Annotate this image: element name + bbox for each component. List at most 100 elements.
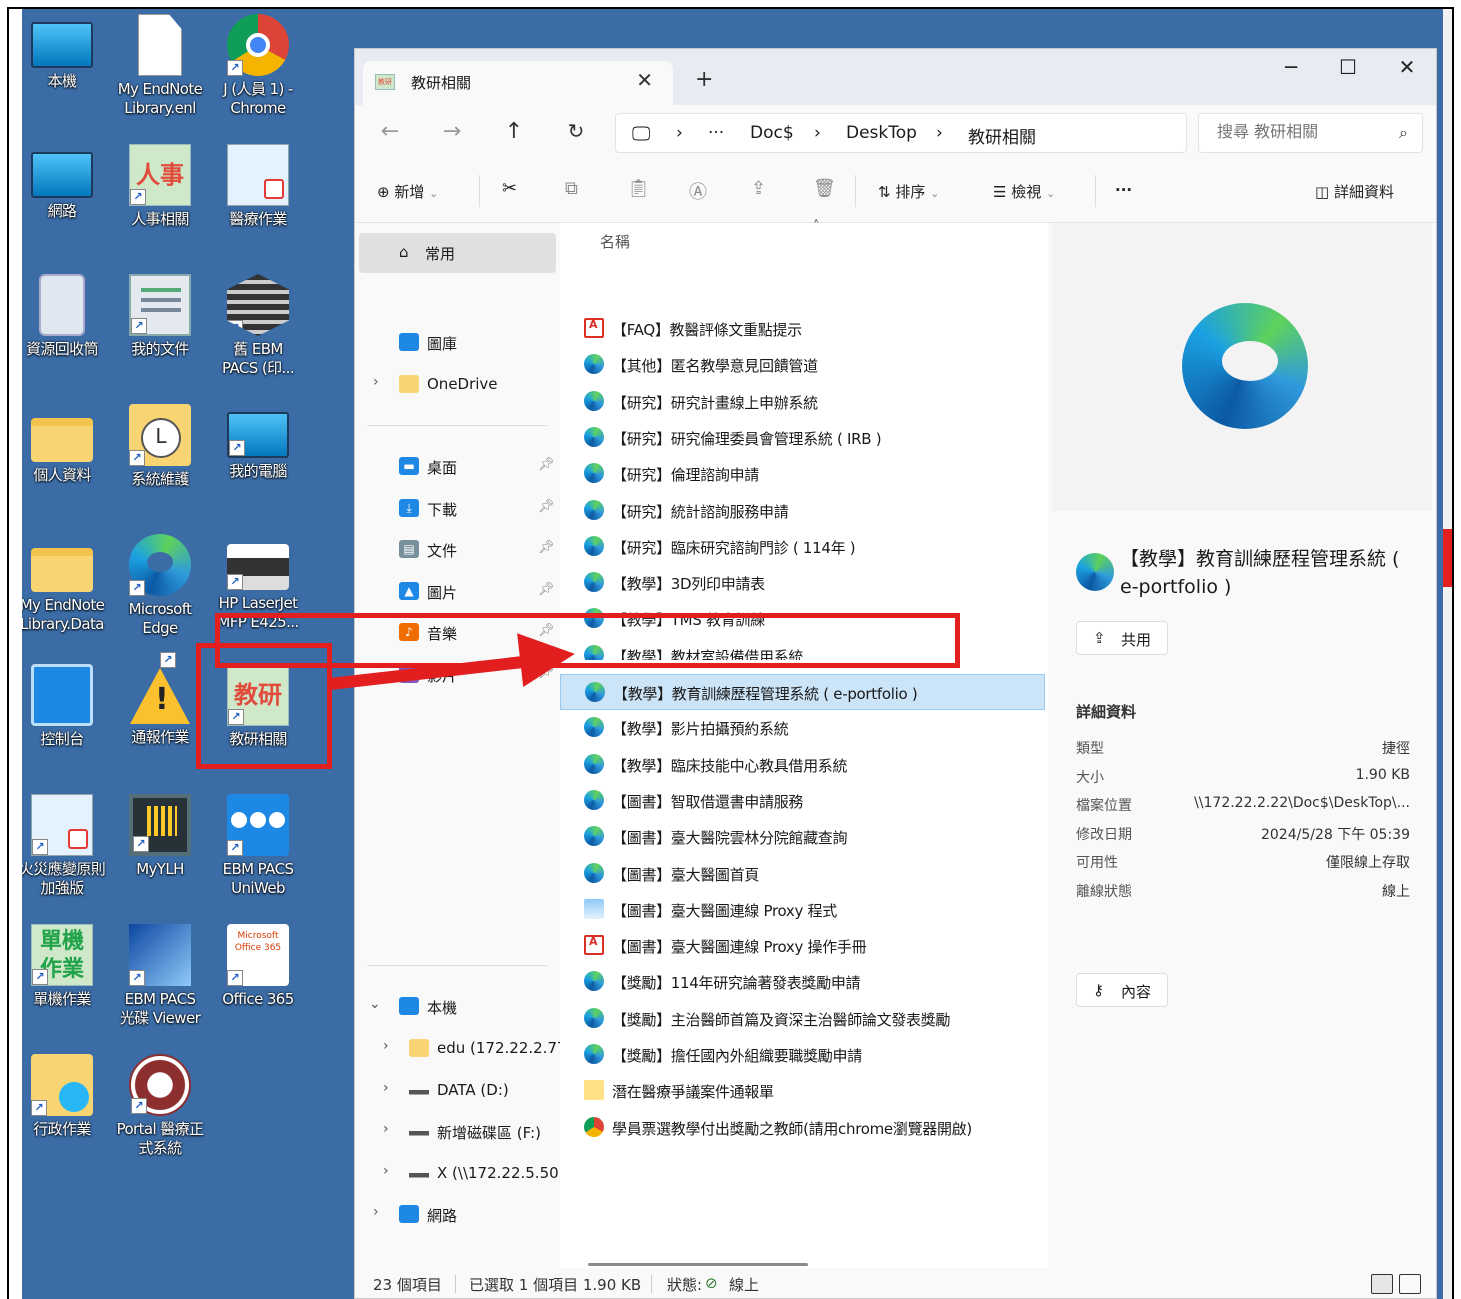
rename-icon[interactable]: Ⓐ <box>689 178 707 204</box>
file-row[interactable]: 潛在醫療爭議案件通報單 <box>560 1073 1045 1109</box>
file-row[interactable]: 【圖書】智取借還書申請服務 <box>560 783 1045 819</box>
minimize-button[interactable]: ─ <box>1271 55 1311 79</box>
file-row[interactable]: 【其他】匿名教學意見回饋管道 <box>560 347 1045 383</box>
view-button[interactable]: ☰ 檢視 ⌄ <box>993 181 1055 202</box>
file-row[interactable]: 【教學】3D列印申請表 <box>560 565 1045 601</box>
copy-icon[interactable]: ⧉ <box>565 178 578 199</box>
new-tab-icon[interactable]: + <box>695 67 713 92</box>
chevron-right-icon[interactable]: › <box>383 1080 389 1096</box>
horizontal-scrollbar[interactable] <box>588 1263 808 1266</box>
file-row[interactable]: 【研究】研究倫理委員會管理系統 ( IRB ) <box>560 420 1045 456</box>
chevron-right-icon[interactable]: › <box>373 1204 379 1220</box>
desktop-icon[interactable]: ↗ EBM PACS 光碟 Viewer <box>111 924 209 1028</box>
desktop-icon[interactable]: My EndNote Library.Data <box>22 534 111 634</box>
tiles-view-icon[interactable] <box>1399 1274 1421 1294</box>
desktop-icon[interactable]: ↗ 舊 EBM PACS (印... <box>209 274 307 378</box>
desktop-icon[interactable]: 個人資料 <box>22 404 111 485</box>
file-row[interactable]: 【教學】臨床技能中心教具借用系統 <box>560 747 1045 783</box>
file-row[interactable]: 【教學】教材室設備借用系統 <box>560 638 1045 660</box>
file-row[interactable]: 【獎勵】114年研究論著發表獎勵申請 <box>560 964 1045 1000</box>
more-options-button[interactable]: ··· <box>1115 181 1132 199</box>
nav-item-gallery[interactable]: 圖庫 <box>355 325 555 361</box>
desktop-icon[interactable]: ↗ Portal 醫療正 式系統 <box>111 1054 209 1158</box>
breadcrumb-item[interactable]: 教研相關 <box>968 123 1036 148</box>
desktop-icon[interactable]: ↗ MyYLH <box>111 794 209 879</box>
file-row[interactable]: 【FAQ】教醫評條文重點提示 <box>560 311 1045 347</box>
delete-icon[interactable]: 🗑︎ <box>813 178 836 199</box>
chevron-right-icon[interactable]: › <box>383 1163 389 1179</box>
tab-current-folder[interactable]: 教研 教研相關 ✕ <box>363 61 673 105</box>
nav-item-this-pc[interactable]: ⌄ 本機 <box>355 989 555 1025</box>
new-button[interactable]: ⊕ 新增 ⌄ <box>377 181 438 202</box>
desktop-icon[interactable]: 資源回收筒 <box>22 274 111 359</box>
share-button[interactable]: ⇪ 共用 <box>1076 621 1168 655</box>
desktop-icon[interactable]: My EndNote Library.enl <box>111 14 209 118</box>
sort-button[interactable]: ⇅ 排序 ⌄ <box>878 181 939 202</box>
file-row[interactable]: 【研究】倫理諮詢申請 <box>560 456 1045 492</box>
desktop-icon[interactable]: ↗ 行政作業 <box>22 1054 111 1139</box>
paste-icon[interactable]: 📋︎ <box>627 178 650 199</box>
file-row[interactable]: 【研究】統計諮詢服務申請 <box>560 493 1045 529</box>
breadcrumb-item[interactable]: DeskTop <box>846 123 917 143</box>
file-row[interactable]: 【圖書】臺大醫圖連線 Proxy 程式 <box>560 892 1045 928</box>
nav-item-drive[interactable]: › edu (172.22.2.77 <box>355 1031 567 1067</box>
desktop-icon[interactable]: ↗ HP LaserJet MFP E425... <box>209 534 307 632</box>
nav-item-onedrive[interactable]: › OneDrive <box>355 367 555 403</box>
pin-icon[interactable]: 📌︎ <box>538 457 555 472</box>
desktop-icon[interactable]: 控制台 <box>22 664 111 749</box>
nav-item-quick-access[interactable]: ▤ 文件 📌︎ <box>355 532 555 568</box>
desktop-icon[interactable]: ↗ Microsoft Edge <box>111 534 209 638</box>
details-view-icon[interactable] <box>1371 1274 1393 1294</box>
file-row[interactable]: 【圖書】臺大醫圖首頁 <box>560 856 1045 892</box>
pin-icon[interactable]: 📌︎ <box>538 540 555 555</box>
breadcrumb-ellipsis[interactable]: ··· <box>708 123 724 143</box>
desktop-icon[interactable]: 網路 <box>22 144 111 221</box>
search-box[interactable]: ⌕ <box>1198 113 1423 153</box>
close-window-button[interactable]: ✕ <box>1387 55 1427 79</box>
maximize-button[interactable]: ☐ <box>1328 55 1368 79</box>
up-arrow-icon[interactable]: ↑ <box>499 119 529 144</box>
chevron-right-icon[interactable]: › <box>373 374 379 390</box>
desktop-icon[interactable]: ↗ 我的電腦 <box>209 404 307 481</box>
details-pane-button[interactable]: ◫ 詳細資料 <box>1315 181 1394 202</box>
nav-item-quick-access[interactable]: ▬ 桌面 📌︎ <box>355 449 555 485</box>
file-row[interactable]: 【獎勵】主治醫師首篇及資深主治醫師論文發表獎勵 <box>560 1001 1045 1037</box>
search-input[interactable] <box>1217 122 1387 141</box>
nav-item-drive[interactable]: › DATA (D:) <box>355 1073 555 1109</box>
breadcrumb-item[interactable]: Doc$ <box>750 123 794 143</box>
file-row[interactable]: 學員票選教學付出獎勵之教師(請用chrome瀏覽器開啟) <box>560 1110 1045 1146</box>
nav-item-quick-access[interactable]: ⤓ 下載 📌︎ <box>355 491 555 527</box>
nav-item-drive[interactable]: › X (\\172.22.5.50) <box>355 1156 565 1192</box>
desktop-icon[interactable]: ↗ EBM PACS UniWeb <box>209 794 307 898</box>
nav-item-quick-access[interactable]: ▲ 圖片 📌︎ <box>355 574 555 610</box>
desktop-icon[interactable]: 單機作業 ↗ 單機作業 <box>22 924 111 1009</box>
nav-item-network[interactable]: › 網路 <box>355 1197 555 1233</box>
properties-button[interactable]: ⚷ 內容 <box>1076 973 1168 1007</box>
desktop-icon[interactable]: 人事 ↗ 人事相關 <box>111 144 209 229</box>
breadcrumb[interactable]: 🖵 › ··· Doc$ › DeskTop › 教研相關 <box>615 113 1187 153</box>
file-row[interactable]: 【教學】影片拍攝預約系統 <box>560 710 1045 746</box>
back-arrow-icon[interactable]: ← <box>375 119 405 144</box>
file-row[interactable]: 【教學】TMS 教育訓練 <box>560 601 1045 637</box>
desktop-icon[interactable]: Microsoft Office 365 ↗ Office 365 <box>209 924 307 1009</box>
desktop-icon[interactable]: 醫療作業 <box>209 144 307 229</box>
refresh-icon[interactable]: ↻ <box>561 119 591 143</box>
nav-item-home[interactable]: ⌂ 常用 <box>359 233 556 273</box>
pin-icon[interactable]: 📌︎ <box>538 582 555 597</box>
desktop-icon[interactable]: 本機 <box>22 14 111 91</box>
desktop-icon[interactable]: ↗ 系統維護 <box>111 404 209 489</box>
desktop-icon[interactable]: ↗ 我的文件 <box>111 274 209 359</box>
chevron-down-icon[interactable]: ⌄ <box>369 996 381 1012</box>
pin-icon[interactable]: 📌︎ <box>538 499 555 514</box>
tab-close-icon[interactable]: ✕ <box>636 68 653 92</box>
nav-item-drive[interactable]: › 新增磁碟區 (F:) <box>355 1114 555 1150</box>
computer-icon[interactable]: 🖵 <box>632 123 650 145</box>
file-row[interactable]: 【獎勵】擔任國內外組織要職獎勵申請 <box>560 1037 1045 1073</box>
forward-arrow-icon[interactable]: → <box>437 119 467 144</box>
file-row[interactable]: 【教學】教育訓練歷程管理系統 ( e-portfolio ) <box>560 674 1045 710</box>
cut-icon[interactable]: ✂ <box>502 178 517 199</box>
file-row[interactable]: 【研究】研究計畫線上申辦系統 <box>560 384 1045 420</box>
file-row[interactable]: 【圖書】臺大醫圖連線 Proxy 操作手冊 <box>560 928 1045 964</box>
chevron-right-icon[interactable]: › <box>383 1038 389 1054</box>
desktop-icon[interactable]: ↗ 火災應變原則 加強版 <box>22 794 111 898</box>
